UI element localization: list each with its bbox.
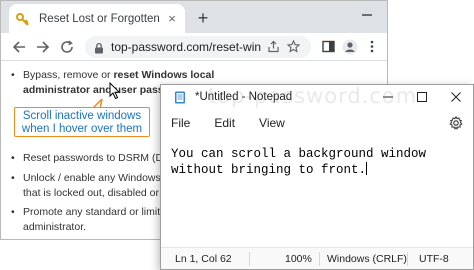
notepad-close-icon[interactable] bbox=[439, 85, 473, 109]
status-zoom: 100% bbox=[285, 253, 312, 265]
notepad-window: *Untitled - Notepad File Edit View You c… bbox=[160, 84, 474, 270]
browser-toolbar: top-password.com/reset-win... bbox=[1, 33, 387, 61]
bullet-continuation: administrator. bbox=[23, 221, 87, 233]
status-encoding: UTF-8 bbox=[419, 253, 449, 265]
editor-line-1: You can scroll a background window bbox=[171, 147, 427, 161]
text-caret bbox=[366, 162, 368, 175]
tip-callout: Scroll inactive windows when I hover ove… bbox=[14, 107, 150, 137]
notepad-titlebar[interactable]: *Untitled - Notepad bbox=[161, 85, 473, 109]
notepad-minimize-icon[interactable] bbox=[371, 85, 405, 109]
callout-line-1: Scroll inactive windows bbox=[22, 110, 142, 122]
address-bar[interactable]: top-password.com/reset-win... bbox=[85, 35, 311, 58]
bullet-text: Reset passwords to DSRM (Di bbox=[23, 152, 166, 164]
bookmark-star-icon[interactable] bbox=[285, 39, 301, 55]
status-separator bbox=[249, 252, 250, 266]
share-icon[interactable] bbox=[265, 39, 281, 55]
side-panel-icon[interactable] bbox=[317, 36, 339, 58]
status-cursor-position: Ln 1, Col 62 bbox=[175, 253, 232, 265]
callout-line-2: when I hover over them bbox=[21, 123, 143, 135]
tab-close-icon[interactable]: × bbox=[165, 11, 179, 26]
key-favicon-icon bbox=[15, 11, 31, 27]
menu-edit[interactable]: Edit bbox=[214, 114, 235, 132]
editor-line-2: without bringing to front. bbox=[171, 162, 467, 178]
notepad-editor[interactable]: You can scroll a background window witho… bbox=[171, 147, 467, 178]
status-separator bbox=[319, 252, 320, 266]
menu-kebab-icon[interactable] bbox=[361, 36, 383, 58]
bullet-text: Unlock / enable any Windows bbox=[23, 172, 161, 184]
menu-view[interactable]: View bbox=[259, 114, 285, 132]
browser-tab[interactable]: Reset Lost or Forgotten Window × bbox=[9, 4, 185, 33]
mouse-cursor-icon bbox=[109, 82, 121, 100]
notepad-title: *Untitled - Notepad bbox=[195, 91, 293, 103]
bullet-text: Promote any standard or limit bbox=[23, 206, 161, 218]
url-text: top-password.com/reset-win... bbox=[111, 39, 261, 54]
minimize-icon[interactable] bbox=[356, 4, 378, 26]
notepad-menubar: File Edit View bbox=[161, 112, 473, 134]
menu-file[interactable]: File bbox=[171, 114, 190, 132]
lock-icon[interactable] bbox=[93, 41, 105, 53]
tab-strip: Reset Lost or Forgotten Window × + bbox=[1, 1, 387, 33]
notepad-statusbar: Ln 1, Col 62 100% Windows (CRLF) UTF-8 bbox=[161, 247, 473, 269]
notepad-app-icon bbox=[173, 90, 187, 104]
notepad-maximize-icon[interactable] bbox=[405, 85, 439, 109]
status-line-ending: Windows (CRLF) bbox=[327, 253, 407, 265]
profile-avatar-icon[interactable] bbox=[339, 36, 361, 58]
status-separator bbox=[407, 252, 408, 266]
reload-icon[interactable] bbox=[55, 35, 79, 59]
bullet-continuation: that is locked out, disabled or bbox=[23, 187, 159, 199]
tab-title: Reset Lost or Forgotten Window bbox=[39, 12, 159, 25]
settings-gear-icon[interactable] bbox=[449, 116, 463, 130]
editor-line-2-text: without bringing to front. bbox=[171, 163, 367, 177]
bullet-text: Bypass, remove or bbox=[23, 69, 114, 81]
back-arrow-icon[interactable] bbox=[7, 35, 31, 59]
forward-arrow-icon[interactable] bbox=[31, 35, 55, 59]
new-tab-button[interactable]: + bbox=[189, 4, 217, 32]
